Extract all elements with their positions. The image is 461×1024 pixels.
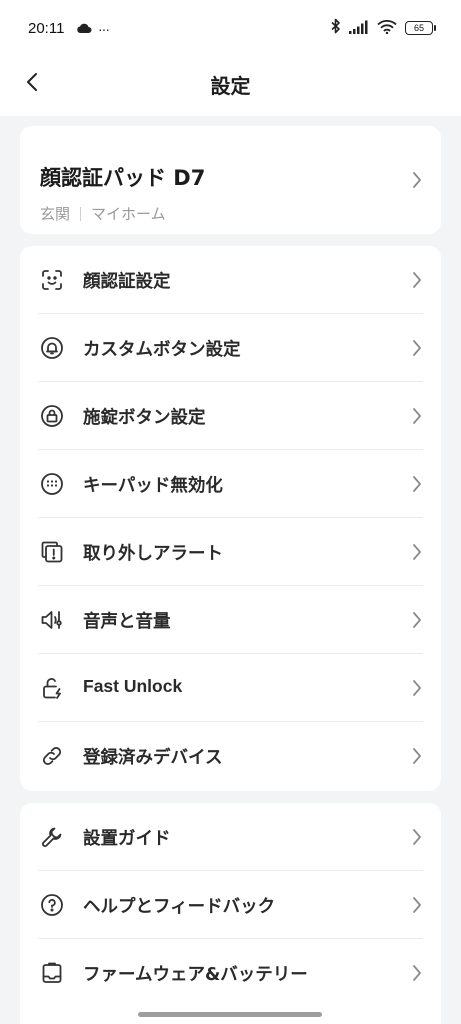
- chevron-right-icon: [411, 895, 423, 915]
- bluetooth-icon: [331, 18, 341, 38]
- battery-indicator: 65: [405, 21, 436, 35]
- device-name: 顔認証パッド D7: [40, 166, 206, 190]
- nav-bar: 設定: [0, 60, 461, 116]
- keypad-icon: [40, 472, 64, 496]
- help-item-label: ヘルプとフィードバック: [83, 897, 276, 917]
- settings-item-label: キーパッド無効化: [83, 476, 223, 496]
- help-item-help-feedback[interactable]: ヘルプとフィードバック: [38, 871, 423, 939]
- device-location: 玄関: [40, 205, 71, 223]
- settings-item-label: 取り外しアラート: [83, 544, 223, 564]
- settings-item-label: 登録済みデバイス: [83, 748, 223, 768]
- status-time: 20:11: [28, 20, 65, 37]
- help-item-label: 設置ガイド: [83, 829, 171, 849]
- page-title: 設定: [210, 74, 251, 98]
- chevron-right-icon: [411, 827, 423, 847]
- firmware-icon: [40, 961, 64, 985]
- link-icon: [40, 744, 64, 768]
- cloud-icon: [76, 19, 92, 38]
- signal-icon: [349, 19, 369, 38]
- settings-item-label: 音声と音量: [83, 612, 171, 632]
- speaker-icon: [40, 608, 64, 632]
- chevron-right-icon: [411, 270, 423, 290]
- bell-icon: [40, 336, 64, 360]
- wifi-icon: [377, 19, 397, 38]
- settings-item-sound-volume[interactable]: 音声と音量: [38, 586, 423, 654]
- home-indicator[interactable]: [138, 1012, 322, 1017]
- lock-icon: [40, 404, 64, 428]
- settings-content[interactable]: 顔認証パッド D7 玄関 マイホーム 顔認証設定 カスタムボタン設定 施錠ボタン…: [0, 116, 461, 1024]
- settings-item-custom-button[interactable]: カスタムボタン設定: [38, 314, 423, 382]
- settings-item-fast-unlock[interactable]: Fast Unlock: [38, 654, 423, 722]
- more-notifications-icon: ···: [98, 20, 110, 37]
- chevron-right-icon: [411, 338, 423, 358]
- settings-item-lock-button[interactable]: 施錠ボタン設定: [38, 382, 423, 450]
- chevron-right-icon: [411, 610, 423, 630]
- meta-divider: [80, 206, 82, 221]
- status-bar: 20:11 ··· 65: [0, 0, 461, 60]
- help-list: 設置ガイド ヘルプとフィードバック ファームウェア&バッテリー: [20, 803, 441, 1024]
- chevron-right-icon: [411, 170, 423, 190]
- help-item-label: ファームウェア&バッテリー: [83, 965, 308, 985]
- help-item-firmware-battery[interactable]: ファームウェア&バッテリー: [38, 939, 423, 1007]
- alert-icon: [40, 540, 64, 564]
- chevron-right-icon: [411, 746, 423, 766]
- unlock-icon: [40, 676, 64, 700]
- settings-item-label: Fast Unlock: [83, 676, 183, 696]
- device-card[interactable]: 顔認証パッド D7 玄関 マイホーム: [20, 126, 441, 234]
- chevron-right-icon: [411, 963, 423, 983]
- settings-item-removal-alert[interactable]: 取り外しアラート: [38, 518, 423, 586]
- device-home: マイホーム: [91, 205, 166, 223]
- settings-item-face-recognition[interactable]: 顔認証設定: [38, 246, 423, 314]
- question-icon: [40, 893, 64, 917]
- settings-item-label: 施錠ボタン設定: [83, 408, 206, 428]
- chevron-right-icon: [411, 406, 423, 426]
- settings-item-disable-keypad[interactable]: キーパッド無効化: [38, 450, 423, 518]
- device-meta: 玄関 マイホーム: [40, 203, 166, 224]
- settings-item-label: 顔認証設定: [83, 272, 171, 292]
- face-scan-icon: [40, 268, 64, 292]
- chevron-right-icon: [411, 474, 423, 494]
- chevron-right-icon: [411, 542, 423, 562]
- settings-item-registered-devices[interactable]: 登録済みデバイス: [38, 722, 423, 790]
- chevron-right-icon: [411, 678, 423, 698]
- help-item-installation-guide[interactable]: 設置ガイド: [38, 803, 423, 871]
- settings-item-label: カスタムボタン設定: [83, 340, 241, 360]
- wrench-icon: [40, 825, 64, 849]
- settings-list: 顔認証設定 カスタムボタン設定 施錠ボタン設定 キーパッド無効化 取り外しアラー…: [20, 246, 441, 791]
